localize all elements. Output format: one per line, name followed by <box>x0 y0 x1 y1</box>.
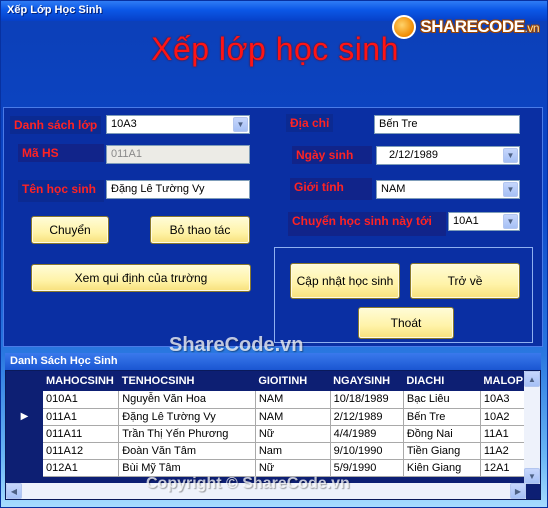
table-cell[interactable]: 9/10/1990 <box>330 442 404 460</box>
table-cell[interactable]: Nữ <box>255 425 331 443</box>
class-list-value: 10A3 <box>111 118 137 130</box>
table-cell[interactable]: 011A12 <box>43 442 120 460</box>
move-to-class-select[interactable]: 10A1 ▼ <box>448 212 520 231</box>
table-row[interactable]: 010A1 Nguyễn Văn Hoa NAM 10/18/1989 Bạc … <box>43 391 540 409</box>
table-cell[interactable]: Đặng Lê Tường Vy <box>118 408 256 426</box>
table-cell[interactable]: 4/4/1989 <box>330 425 404 443</box>
column-header[interactable]: MAHOCSINH <box>43 371 119 391</box>
table-cell[interactable]: Nữ <box>255 459 331 477</box>
table-cell[interactable]: 011A1 <box>43 408 120 426</box>
move-to-class-value: 10A1 <box>453 215 479 227</box>
table-cell[interactable]: 011A11 <box>43 425 120 443</box>
table-cell[interactable]: Kiên Giang <box>403 459 481 477</box>
table-cell[interactable]: Nguyễn Văn Hoa <box>118 391 256 409</box>
scroll-down-icon[interactable]: ▼ <box>524 468 540 484</box>
student-name-label: Tên học sinh <box>18 180 104 202</box>
table-cell[interactable]: Nam <box>255 442 331 460</box>
address-label: Địa chỉ <box>286 114 334 132</box>
grid-title: Danh Sách Học Sinh <box>5 353 541 370</box>
birthdate-picker[interactable]: 2/12/1989 ▼ <box>376 146 520 165</box>
column-header[interactable]: GIOITINH <box>255 371 331 391</box>
scroll-right-icon[interactable]: ▶ <box>510 483 526 499</box>
student-id-label: Mã HS <box>18 144 104 162</box>
class-list-label: Danh sách lớp <box>10 116 102 134</box>
column-header[interactable]: NGAYSINH <box>330 371 404 391</box>
table-cell[interactable]: 012A1 <box>43 459 120 477</box>
table-header-row: MAHOCSINH TENHOCSINH GIOITINH NGAYSINH D… <box>43 371 540 391</box>
watermark-bottom: Copyright © ShareCode.vn <box>146 475 350 492</box>
table-row[interactable]: 012A1 Bùi Mỹ Tâm Nữ 5/9/1990 Kiên Giang … <box>43 459 540 477</box>
chevron-down-icon[interactable]: ▼ <box>503 182 518 197</box>
table-cell[interactable]: Đoàn Văn Tâm <box>118 442 256 460</box>
gender-select[interactable]: NAM ▼ <box>376 180 520 199</box>
update-student-button[interactable]: Cập nhật học sinh <box>290 263 400 299</box>
table-row[interactable]: 011A1 Đặng Lê Tường Vy NAM 2/12/1989 Bến… <box>43 408 540 426</box>
scroll-left-icon[interactable]: ◀ <box>6 483 22 499</box>
window-title: Xếp Lớp Học Sinh <box>7 4 103 16</box>
column-header[interactable]: TENHOCSINH <box>118 371 256 391</box>
back-button[interactable]: Trở về <box>410 263 520 299</box>
birthdate-label: Ngày sinh <box>292 146 372 164</box>
action-group: Cập nhật học sinh Trở về Thoát <box>274 247 533 343</box>
table-cell[interactable]: 010A1 <box>43 391 120 409</box>
class-list-select[interactable]: 10A3 ▼ <box>106 115 250 134</box>
chevron-down-icon[interactable]: ▼ <box>233 117 248 132</box>
address-field[interactable]: Bến Tre <box>374 115 520 134</box>
table-cell[interactable]: 2/12/1989 <box>330 408 404 426</box>
school-rules-button[interactable]: Xem qui định của trường <box>31 264 251 292</box>
transfer-button[interactable]: Chuyển <box>31 216 109 244</box>
main-window: Xếp Lớp Học Sinh SHARECODE.vn Xếp lớp họ… <box>0 0 548 508</box>
chevron-down-icon[interactable]: ▼ <box>503 148 518 163</box>
table-cell[interactable]: NAM <box>255 408 331 426</box>
table-cell[interactable]: Đồng Nai <box>403 425 481 443</box>
move-to-class-label: Chuyển học sinh này tới <box>288 212 446 236</box>
table-cell[interactable]: Bạc Liêu <box>403 391 481 409</box>
column-header[interactable]: DIACHI <box>403 371 481 391</box>
vertical-scrollbar[interactable]: ▲ ▼ <box>524 371 540 484</box>
gender-value: NAM <box>381 183 406 195</box>
exit-button[interactable]: Thoát <box>358 307 454 339</box>
student-id-field[interactable]: 011A1 <box>106 145 250 164</box>
student-table[interactable]: MAHOCSINH TENHOCSINH GIOITINH NGAYSINH D… <box>43 371 540 477</box>
table-cell[interactable]: Trần Thị Yến Phương <box>118 425 256 443</box>
chevron-down-icon[interactable]: ▼ <box>503 214 518 229</box>
table-cell[interactable]: Bến Tre <box>403 408 481 426</box>
gender-label: Giới tính <box>290 178 372 200</box>
table-cell[interactable]: Bùi Mỹ Tâm <box>118 459 256 477</box>
table-cell[interactable]: 10/18/1989 <box>330 391 404 409</box>
current-row-marker-icon: ▶ <box>20 411 29 422</box>
page-title: Xếp lớp học sinh <box>151 31 399 67</box>
row-header-column: ▶ <box>6 371 43 487</box>
birthdate-value: 2/12/1989 <box>389 149 438 161</box>
table-cell[interactable]: NAM <box>255 391 331 409</box>
table-cell[interactable]: Tiền Giang <box>403 442 481 460</box>
table-row[interactable]: 011A12 Đoàn Văn Tâm Nam 9/10/1990 Tiền G… <box>43 442 540 460</box>
table-cell[interactable]: 5/9/1990 <box>330 459 404 477</box>
scroll-up-icon[interactable]: ▲ <box>524 371 540 387</box>
table-row[interactable]: 011A11 Trần Thị Yến Phương Nữ 4/4/1989 Đ… <box>43 425 540 443</box>
student-name-field[interactable]: Đặng Lê Tường Vy <box>106 180 250 199</box>
cancel-button[interactable]: Bỏ thao tác <box>150 216 250 244</box>
